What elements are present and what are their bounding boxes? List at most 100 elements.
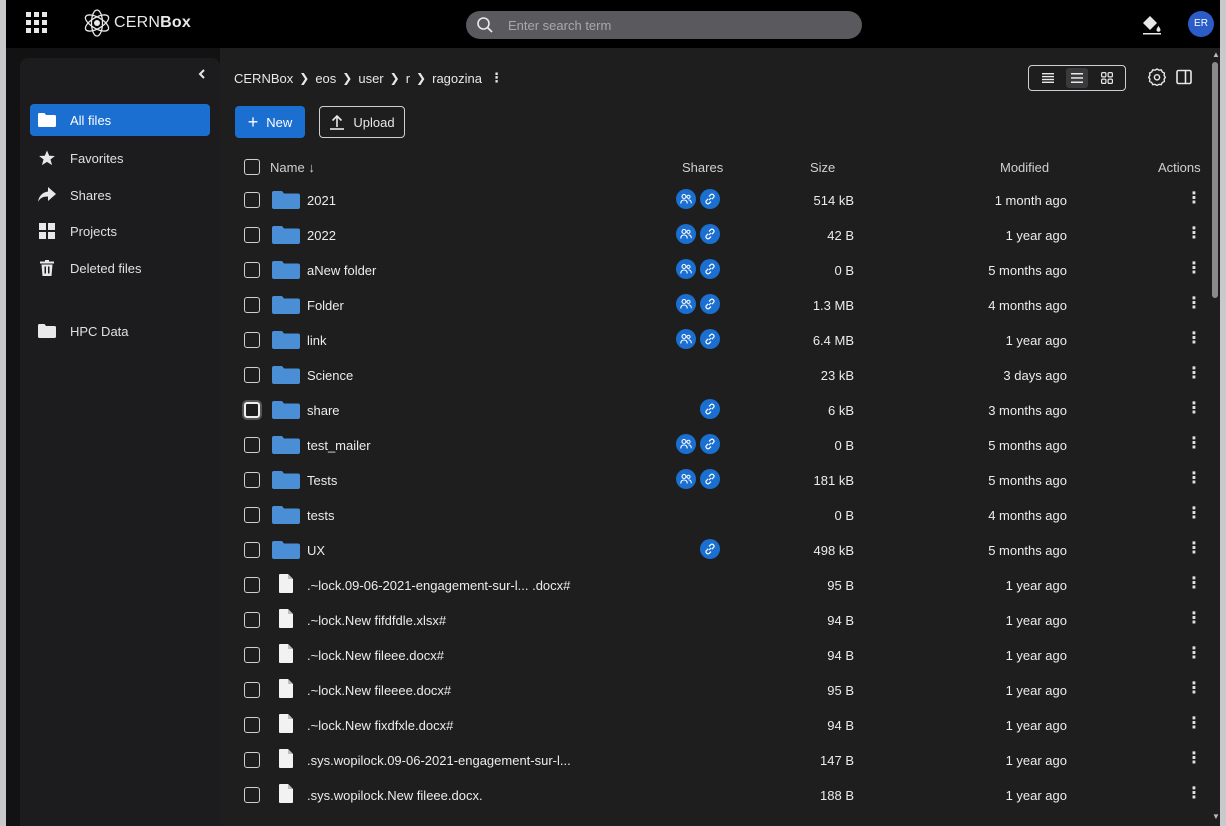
more-vertical-icon[interactable]: ⋮ (1186, 611, 1202, 627)
scroll-up-arrow-icon[interactable]: ▲ (1212, 50, 1220, 59)
table-row[interactable]: .~lock.New fileeee.docx# 95 B 1 year ago ⋮ (220, 672, 1210, 707)
row-checkbox[interactable] (244, 717, 260, 733)
scrollbar-thumb[interactable] (1212, 62, 1218, 298)
table-row[interactable]: .sys.wopilock.09-06-2021-engagement-sur-… (220, 742, 1210, 777)
more-vertical-icon[interactable]: ⋮ (1186, 506, 1202, 522)
select-all-checkbox[interactable] (244, 159, 260, 175)
file-name[interactable]: link (307, 333, 327, 348)
link-share-icon[interactable] (700, 329, 720, 349)
sidebar-item-deleted-files[interactable]: Deleted files (30, 252, 210, 284)
table-row[interactable]: Science 23 kB 3 days ago ⋮ (220, 357, 1210, 392)
table-row[interactable]: .~lock.New fixdfxle.docx# 94 B 1 year ago ⋮ (220, 707, 1210, 742)
more-vertical-icon[interactable]: ⋮ (1186, 436, 1202, 452)
sidebar-item-hpc-data[interactable]: HPC Data (30, 315, 210, 347)
file-name[interactable]: .sys.wopilock.09-06-2021-engagement-sur-… (307, 753, 571, 768)
more-vertical-icon[interactable]: ⋮ (1186, 331, 1202, 347)
paint-bucket-icon[interactable] (1141, 13, 1163, 35)
file-name[interactable]: Folder (307, 298, 344, 313)
row-checkbox[interactable] (244, 297, 260, 313)
table-row[interactable]: .~lock.09-06-2021-engagement-sur-l... .d… (220, 567, 1210, 602)
more-vertical-icon[interactable]: ⋮ (1186, 681, 1202, 697)
people-share-icon[interactable] (676, 259, 696, 279)
file-name[interactable]: share (307, 403, 340, 418)
sidebar-item-all-files[interactable]: All files (30, 104, 210, 136)
row-checkbox[interactable] (244, 262, 260, 278)
more-vertical-icon[interactable]: ⋮ (1186, 226, 1202, 242)
more-vertical-icon[interactable]: ⋮ (1186, 296, 1202, 312)
breadcrumb-item[interactable]: r (406, 71, 410, 86)
sidebar-panel-icon[interactable] (1176, 69, 1192, 85)
file-name[interactable]: .~lock.New fileeee.docx# (307, 683, 451, 698)
people-share-icon[interactable] (676, 294, 696, 314)
file-name[interactable]: 2021 (307, 193, 336, 208)
file-name[interactable]: 2022 (307, 228, 336, 243)
sidebar-item-favorites[interactable]: Favorites (30, 142, 210, 174)
file-name[interactable]: .~lock.New fileee.docx# (307, 648, 444, 663)
file-name[interactable]: .~lock.New fifdfdle.xlsx# (307, 613, 446, 628)
link-share-icon[interactable] (700, 434, 720, 454)
row-checkbox[interactable] (244, 437, 260, 453)
row-checkbox[interactable] (244, 472, 260, 488)
row-checkbox[interactable] (244, 612, 260, 628)
table-row[interactable]: 2021 514 kB 1 month ago ⋮ (220, 182, 1210, 217)
table-row[interactable]: aNew folder 0 B 5 months ago ⋮ (220, 252, 1210, 287)
file-name[interactable]: tests (307, 508, 334, 523)
scroll-down-arrow-icon[interactable]: ▼ (1212, 812, 1220, 821)
table-row[interactable]: .~lock.New fifdfdle.xlsx# 94 B 1 year ago ⋮ (220, 602, 1210, 637)
table-row[interactable]: .sys.wopilock.New fileee.docx. 188 B 1 yea… (220, 777, 1210, 812)
sidebar-item-shares[interactable]: Shares (30, 179, 210, 211)
more-vertical-icon[interactable]: ⋮ (490, 70, 503, 86)
view-condensed-icon[interactable] (1037, 68, 1059, 88)
table-row[interactable]: Folder 1.3 MB 4 months ago ⋮ (220, 287, 1210, 322)
more-vertical-icon[interactable]: ⋮ (1186, 191, 1202, 207)
more-vertical-icon[interactable]: ⋮ (1186, 646, 1202, 662)
column-header-shares[interactable]: Shares (682, 160, 723, 175)
column-header-size[interactable]: Size (810, 160, 835, 175)
row-checkbox[interactable] (244, 787, 260, 803)
link-share-icon[interactable] (700, 469, 720, 489)
file-name[interactable]: aNew folder (307, 263, 376, 278)
cernbox-logo[interactable] (82, 8, 112, 38)
breadcrumb-item[interactable]: eos (315, 71, 336, 86)
view-tiles-icon[interactable] (1096, 68, 1118, 88)
table-row[interactable]: share 6 kB 3 months ago ⋮ (220, 392, 1210, 427)
row-checkbox[interactable] (244, 647, 260, 663)
row-checkbox[interactable] (244, 682, 260, 698)
file-name[interactable]: Science (307, 368, 353, 383)
more-vertical-icon[interactable]: ⋮ (1186, 261, 1202, 277)
row-checkbox[interactable] (244, 402, 260, 418)
people-share-icon[interactable] (676, 224, 696, 244)
user-avatar[interactable]: ER (1188, 11, 1214, 37)
file-name[interactable]: .~lock.New fixdfxle.docx# (307, 718, 453, 733)
link-share-icon[interactable] (700, 259, 720, 279)
row-checkbox[interactable] (244, 227, 260, 243)
table-row[interactable]: 2022 42 B 1 year ago ⋮ (220, 217, 1210, 252)
more-vertical-icon[interactable]: ⋮ (1186, 366, 1202, 382)
column-header-modified[interactable]: Modified (1000, 160, 1049, 175)
table-row[interactable]: tests 0 B 4 months ago ⋮ (220, 497, 1210, 532)
file-name[interactable]: Tests (307, 473, 337, 488)
link-share-icon[interactable] (700, 294, 720, 314)
file-name[interactable]: .sys.wopilock.New fileee.docx. (307, 788, 483, 803)
more-vertical-icon[interactable]: ⋮ (1186, 576, 1202, 592)
file-name[interactable]: .~lock.09-06-2021-engagement-sur-l... .d… (307, 578, 570, 593)
gear-icon[interactable] (1148, 68, 1166, 86)
breadcrumb-item[interactable]: user (358, 71, 383, 86)
link-share-icon[interactable] (700, 189, 720, 209)
link-share-icon[interactable] (700, 399, 720, 419)
link-share-icon[interactable] (700, 539, 720, 559)
collapse-sidebar-icon[interactable] (196, 68, 208, 80)
row-checkbox[interactable] (244, 542, 260, 558)
row-checkbox[interactable] (244, 192, 260, 208)
table-row[interactable]: .~lock.New fileee.docx# 94 B 1 year ago ⋮ (220, 637, 1210, 672)
search-bar[interactable] (466, 11, 862, 39)
more-vertical-icon[interactable]: ⋮ (1186, 541, 1202, 557)
more-vertical-icon[interactable]: ⋮ (1186, 401, 1202, 417)
table-row[interactable]: test_mailer 0 B 5 months ago ⋮ (220, 427, 1210, 462)
view-list-icon[interactable] (1066, 68, 1088, 88)
more-vertical-icon[interactable]: ⋮ (1186, 716, 1202, 732)
brand-name[interactable]: CERNBox (114, 14, 191, 32)
more-vertical-icon[interactable]: ⋮ (1186, 786, 1202, 802)
people-share-icon[interactable] (676, 469, 696, 489)
row-checkbox[interactable] (244, 367, 260, 383)
